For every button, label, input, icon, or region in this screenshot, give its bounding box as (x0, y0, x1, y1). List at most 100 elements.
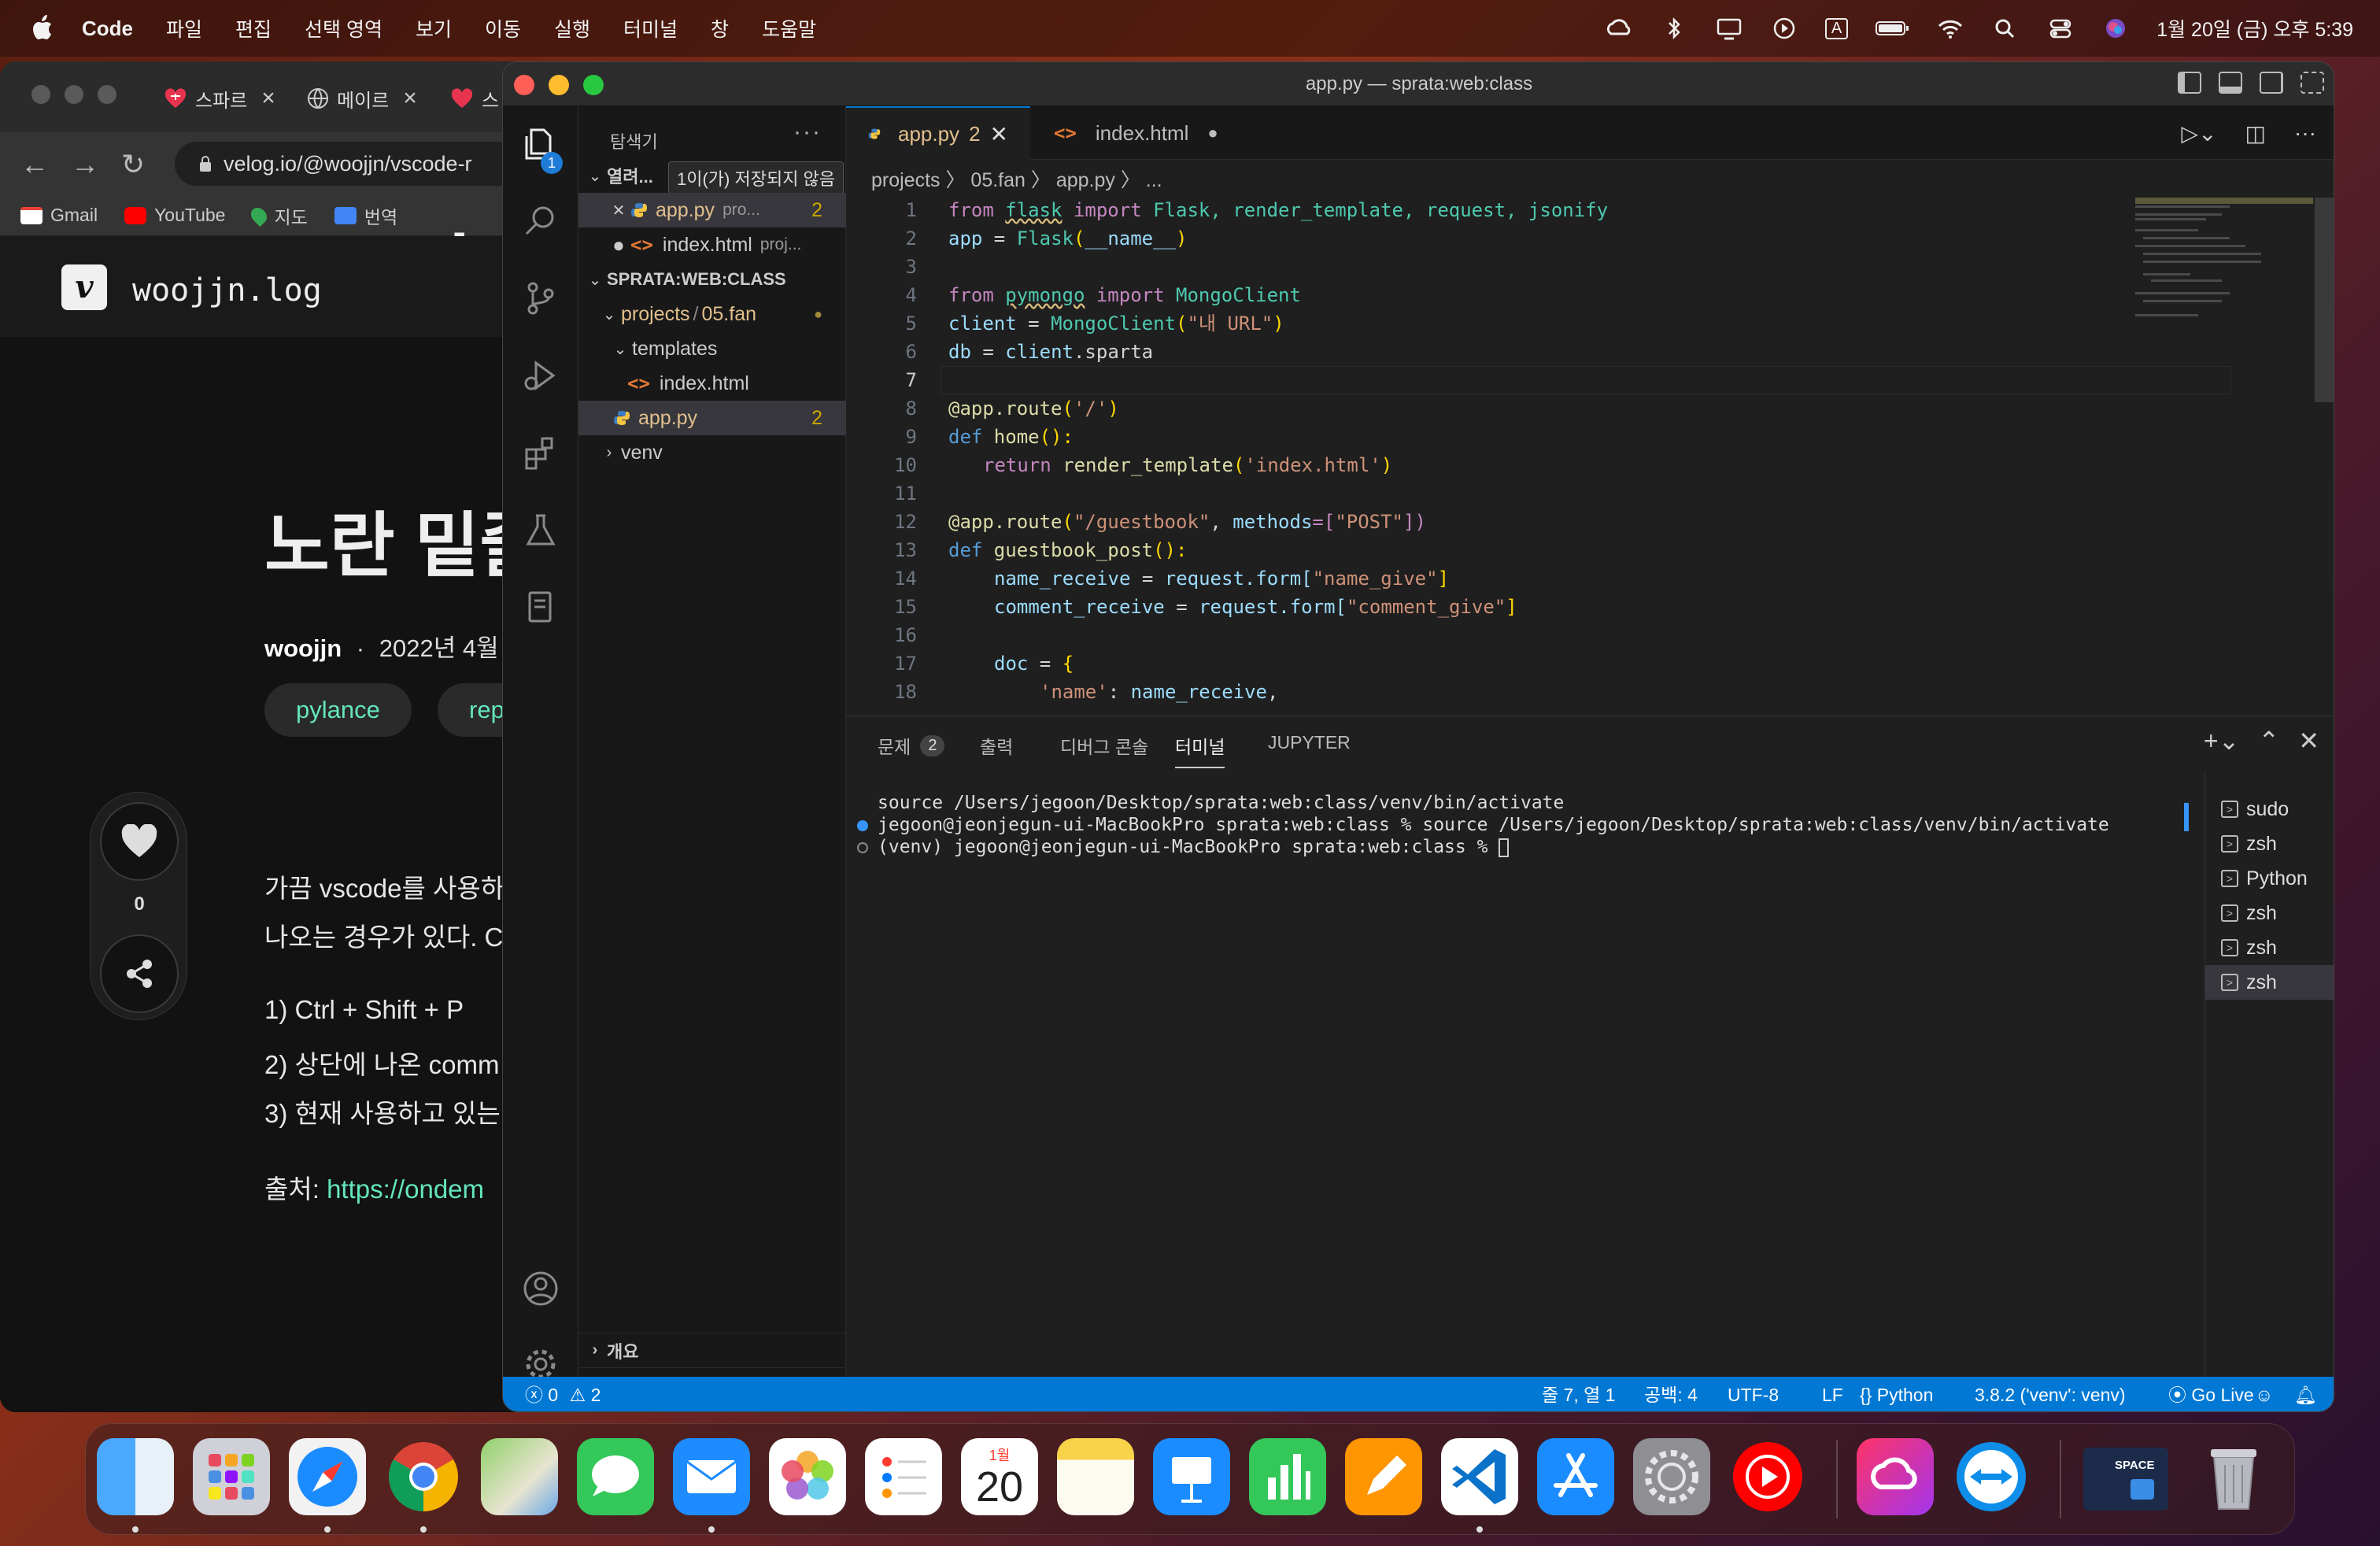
chrome-close-button[interactable] (31, 85, 50, 104)
keynote-icon[interactable] (1153, 1438, 1230, 1515)
vscode-minimize-button[interactable] (549, 75, 569, 95)
apple-icon[interactable] (30, 13, 57, 44)
photos-icon[interactable] (769, 1438, 846, 1515)
remote-explorer-icon[interactable] (520, 586, 561, 627)
chrome-tab-2[interactable]: 메이르 × (307, 79, 417, 118)
feedback-icon[interactable]: ☺ (2255, 1377, 2273, 1411)
velog-site-name[interactable]: woojjn.log (132, 272, 322, 309)
menu-window[interactable]: 창 (711, 14, 729, 43)
source-control-icon[interactable] (520, 278, 561, 319)
file-index-html[interactable]: <> index.html (578, 366, 846, 401)
calendar-icon[interactable]: 1월 20 (961, 1438, 1038, 1515)
maximize-panel-icon[interactable]: ⌃ (2258, 726, 2279, 756)
open-editor-app-py[interactable]: ✕ app.py pro... 2 (578, 193, 846, 227)
input-source-indicator[interactable]: A (1824, 17, 1849, 39)
back-arrow-icon[interactable]: ← (20, 148, 49, 181)
youtube-music-icon[interactable] (1729, 1438, 1806, 1515)
menu-view[interactable]: 보기 (416, 14, 452, 43)
clock-datetime[interactable]: 1월 20일 (금) 오후 5:39 (2156, 14, 2353, 43)
chrome-tab-2-close-icon[interactable]: × (403, 85, 417, 112)
active-app-name[interactable]: Code (82, 17, 133, 41)
velog-logo[interactable]: v (61, 264, 107, 310)
toggle-sidebar-icon[interactable] (2178, 72, 2201, 94)
panel-tab-output[interactable]: 출력 (980, 732, 1013, 759)
chrome-icon[interactable] (385, 1438, 462, 1515)
menu-run[interactable]: 실행 (554, 14, 590, 43)
testing-flask-icon[interactable] (520, 509, 561, 550)
system-settings-icon[interactable] (1633, 1438, 1710, 1515)
status-language[interactable]: {} Python (1860, 1377, 1933, 1411)
menu-help[interactable]: 도움말 (762, 14, 816, 43)
explorer-more-icon[interactable]: ··· (793, 119, 822, 146)
breadcrumb[interactable]: projects 〉 05.fan 〉 app.py 〉 ... (871, 165, 1162, 193)
run-python-icon[interactable]: ▷⌄ (2182, 120, 2217, 146)
unsaved-dot-icon[interactable]: ● (1207, 123, 1218, 143)
notes-icon[interactable] (1057, 1438, 1134, 1515)
customize-layout-icon[interactable] (2301, 72, 2324, 94)
accounts-icon[interactable] (520, 1268, 561, 1309)
command-success-dot-icon[interactable] (857, 820, 868, 831)
pages-icon[interactable] (1345, 1438, 1422, 1515)
unsaved-dot-icon[interactable]: ● (607, 233, 630, 257)
like-button[interactable] (100, 802, 179, 881)
tab-app-py[interactable]: app.py 2 ✕ (846, 106, 1030, 160)
chrome-tab-1-close-icon[interactable]: × (261, 85, 275, 112)
status-go-live[interactable]: ⦿ Go Live (2168, 1377, 2254, 1411)
workspace-header[interactable]: ⌄ SPRATA:WEB:CLASS (578, 262, 846, 297)
search-icon[interactable] (520, 201, 561, 242)
trash-icon[interactable] (2195, 1438, 2272, 1515)
extensions-icon[interactable] (520, 432, 561, 473)
terminal-item-zsh-4[interactable]: > zsh (2205, 965, 2334, 1000)
menu-go[interactable]: 이동 (485, 14, 521, 43)
status-cursor-position[interactable]: 줄 7, 열 1 (1542, 1377, 1615, 1411)
file-app-py[interactable]: app.py 2 (578, 401, 846, 435)
post-author[interactable]: woojjn (264, 634, 342, 662)
status-eol[interactable]: LF (1822, 1377, 1843, 1411)
toggle-panel-icon[interactable] (2219, 72, 2242, 94)
chrome-tab-1[interactable]: 스파르 × (164, 79, 275, 118)
close-panel-icon[interactable]: ✕ (2298, 726, 2319, 756)
folder-templates[interactable]: ⌄ templates (578, 331, 846, 366)
screen-mirroring-icon[interactable] (1715, 17, 1743, 40)
minimap[interactable] (2135, 198, 2313, 324)
chrome-zoom-button[interactable] (98, 85, 116, 104)
share-button[interactable] (100, 934, 179, 1013)
panel-tab-jupyter[interactable]: JUPYTER (1268, 732, 1351, 753)
vscode-icon[interactable] (1441, 1438, 1518, 1515)
panel-tab-terminal[interactable]: 터미널 (1175, 732, 1225, 768)
menu-selection[interactable]: 선택 영역 (305, 14, 382, 43)
run-debug-icon[interactable] (520, 355, 561, 396)
tab-close-icon[interactable]: ✕ (990, 121, 1008, 147)
terminal-item-zsh-1[interactable]: > zsh (2205, 827, 2334, 861)
spotlight-search-icon[interactable] (1991, 17, 2020, 40)
new-terminal-icon[interactable]: +⌄ (2204, 726, 2240, 756)
status-interpreter[interactable]: 3.8.2 ('venv': venv) (1975, 1377, 2126, 1411)
timeline-section[interactable]: › 타임라인 (578, 1367, 846, 1396)
teamviewer-icon[interactable] (1953, 1438, 2030, 1515)
terminal-item-zsh-3[interactable]: > zsh (2205, 930, 2334, 965)
siri-icon[interactable] (2101, 17, 2130, 40)
wifi-icon[interactable] (1936, 17, 1964, 40)
vscode-zoom-button[interactable] (583, 75, 604, 95)
panel-tab-debug-console[interactable]: 디버그 콘솔 (1060, 732, 1148, 759)
bookmark-youtube[interactable]: YouTube (124, 205, 225, 226)
chrome-minimize-button[interactable] (65, 85, 83, 104)
split-editor-icon[interactable]: ◫ (2245, 120, 2266, 146)
reminders-icon[interactable] (865, 1438, 942, 1515)
close-icon[interactable]: ✕ (607, 201, 630, 220)
creative-cloud-status-icon[interactable] (1605, 17, 1633, 40)
launchpad-icon[interactable] (193, 1438, 270, 1515)
tag-pylance[interactable]: pylance (264, 683, 412, 737)
forward-arrow-icon[interactable]: → (71, 148, 99, 181)
command-pending-dot-icon[interactable] (857, 842, 868, 853)
mail-icon[interactable] (673, 1438, 750, 1515)
tab-index-html[interactable]: <> index.html ● (1032, 106, 1236, 160)
code-editor[interactable]: 1 from flask import Flask, render_templat… (846, 196, 2231, 779)
terminal-item-python[interactable]: > Python (2205, 861, 2334, 896)
status-encoding[interactable]: UTF-8 (1728, 1377, 1779, 1411)
post-source-link[interactable]: https://ondem (327, 1174, 484, 1204)
battery-icon[interactable] (1875, 17, 1909, 40)
downloads-stack-icon[interactable]: SPACE (2083, 1448, 2168, 1511)
messages-icon[interactable] (577, 1438, 654, 1515)
editor-scrollbar[interactable] (2315, 198, 2334, 402)
